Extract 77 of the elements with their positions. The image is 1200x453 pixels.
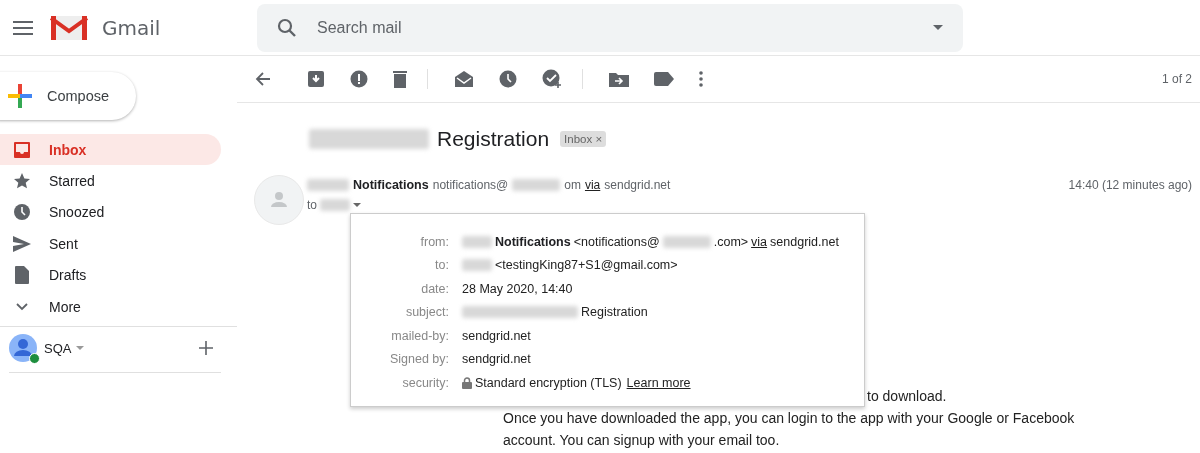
label-tag-icon[interactable] (654, 71, 674, 86)
sender-email: notifications@ (432, 178, 509, 192)
sidebar-item[interactable]: Starred (0, 165, 221, 197)
compose-button[interactable]: Compose (0, 72, 136, 120)
detail-value: Standard encryption (TLS) (475, 375, 622, 390)
remove-label-button[interactable]: × (595, 133, 603, 145)
via-link[interactable]: via (584, 178, 601, 192)
detail-label: to: (434, 258, 450, 273)
sender-email: om (564, 178, 581, 192)
detail-label: date: (420, 281, 450, 296)
relay-domain: sendgrid.net (604, 178, 671, 192)
redacted-text (320, 199, 350, 211)
caret-icon[interactable] (76, 346, 85, 351)
email-subject: Registration (437, 127, 550, 151)
redacted-text (662, 235, 711, 248)
archive-icon[interactable] (307, 69, 325, 88)
redacted-text (512, 179, 561, 191)
detail-label: subject: (404, 305, 450, 320)
detail-label: from: (419, 234, 450, 249)
relay-domain: sendgrid.net (770, 234, 839, 249)
envelope-open-icon[interactable] (454, 69, 474, 88)
account-name[interactable]: SQA (44, 340, 72, 356)
plus-icon (8, 84, 32, 108)
detail-value: <testingKing87+S1@gmail.com> (495, 258, 678, 273)
detail-value: sendgrid.net (462, 328, 531, 343)
sender-name: Notifications (495, 234, 571, 249)
detail-value: Registration (581, 305, 648, 320)
redacted-text (462, 235, 492, 248)
sender-email: <notifications@ (573, 234, 660, 249)
body-text: to download. (867, 387, 948, 406)
sidebar-item[interactable]: Inbox (0, 134, 221, 166)
envelope-logo-icon (50, 13, 88, 42)
inbox-label-chip: Inbox × (560, 131, 607, 147)
search-icon[interactable] (277, 17, 297, 38)
menu-icon[interactable] (13, 20, 33, 35)
page-counter: 1 of 2 (1161, 71, 1192, 86)
send-icon (12, 235, 31, 252)
detail-value: sendgrid.net (462, 352, 531, 367)
sidebar-item[interactable]: Drafts (0, 259, 221, 291)
app-name: Gmail (102, 15, 162, 40)
detail-label: security: (401, 375, 450, 390)
folder-move-icon[interactable] (609, 70, 629, 87)
clock-icon[interactable] (499, 69, 517, 88)
star-icon (12, 172, 31, 191)
redacted-text (462, 259, 492, 272)
detail-label: Signed by: (388, 352, 450, 367)
document-icon (14, 266, 29, 285)
sender-name: Notifications (353, 178, 429, 192)
inbox-icon (12, 140, 31, 159)
caret-icon[interactable] (353, 203, 361, 207)
body-text: Once you have downloaded the app, you can login to the app with your Google or Facebook (503, 409, 1076, 428)
sidebar-item[interactable]: Sent (0, 228, 221, 260)
sender-email: .com> (713, 234, 749, 249)
recipient-label: to (307, 198, 317, 212)
lock-icon (462, 376, 472, 389)
chevron-down-icon (15, 302, 28, 311)
via-link[interactable]: via (751, 234, 768, 249)
trash-icon[interactable] (393, 69, 407, 88)
task-add-icon[interactable] (542, 68, 562, 89)
search-field[interactable]: Search mail (257, 3, 963, 52)
add-icon[interactable] (199, 341, 213, 356)
detail-value: 28 May 2020, 14:40 (462, 281, 573, 296)
body-text: account. You can signup with your email too. (503, 431, 781, 450)
more-vertical-icon[interactable] (699, 70, 703, 87)
sidebar-item[interactable]: More (0, 290, 221, 323)
detail-label: mailed-by: (390, 328, 450, 343)
person-avatar-icon (254, 175, 304, 225)
message-time: 14:40 (12 minutes ago) (1068, 178, 1192, 192)
search-input[interactable]: Search mail (315, 17, 915, 38)
sidebar-item[interactable]: Snoozed (0, 196, 221, 229)
clock-icon (12, 203, 31, 222)
back-arrow-icon[interactable] (255, 70, 271, 87)
warning-icon[interactable] (350, 69, 368, 88)
redacted-text (307, 179, 349, 191)
caret-icon[interactable] (933, 25, 943, 30)
avatar-icon (9, 334, 37, 363)
learn-more-link[interactable]: Learn more (626, 375, 691, 390)
